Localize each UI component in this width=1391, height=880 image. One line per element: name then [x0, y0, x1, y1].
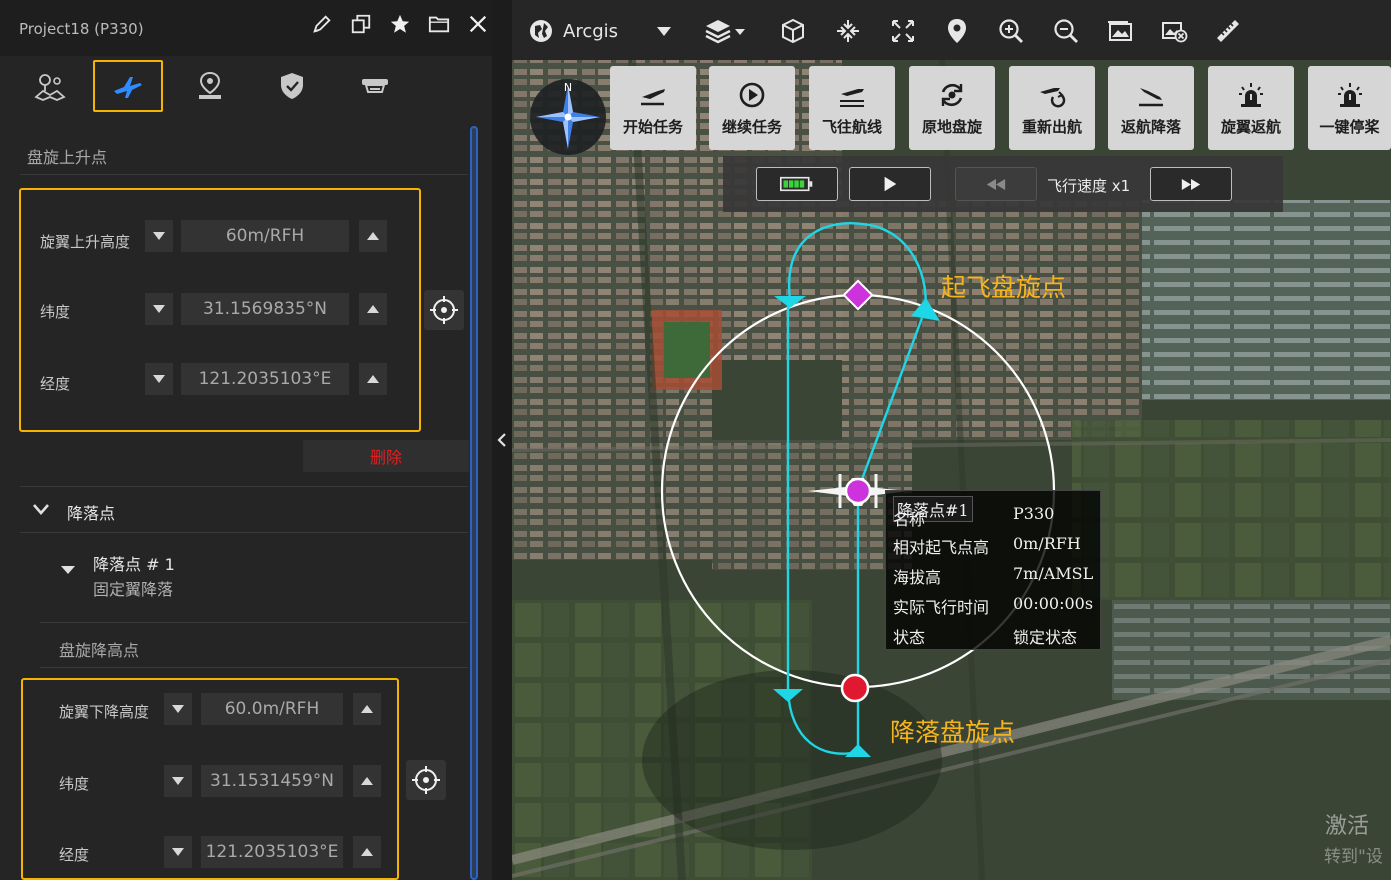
takeoff-latitude-label: 纬度: [40, 303, 71, 321]
crosshair-icon: [430, 296, 458, 324]
project-title: Project18 (P330): [19, 20, 144, 38]
info-value: 7m/AMSL: [1013, 564, 1094, 583]
activation-watermark-hint: 转到"设: [1324, 847, 1383, 867]
home-waypoint[interactable]: [844, 477, 872, 505]
route-arrow: [773, 689, 803, 702]
landing-pick-on-map-button[interactable]: [406, 760, 446, 800]
landing-item-subtitle: 固定翼降落: [93, 580, 174, 599]
waypoint-info-tooltip: 降落点#1 名称 P330 相对起飞点高 0m/RFH 海拔高 7m/AMSL …: [885, 490, 1101, 650]
takeoff-loiter-label: 起飞盘旋点: [941, 273, 1067, 302]
tab-safety[interactable]: [257, 60, 327, 112]
divider: [40, 622, 468, 623]
takeoff-pick-on-map-button[interactable]: [424, 290, 464, 330]
landing-loiter-waypoint[interactable]: [840, 673, 870, 703]
ascent-height-increment-button[interactable]: [359, 220, 387, 252]
landing-loiter-label: 降落盘旋点: [890, 718, 1016, 747]
shield-icon: [281, 73, 303, 99]
star-icon[interactable]: [386, 10, 414, 38]
landing-latitude-label: 纬度: [59, 775, 90, 793]
takeoff-section-title: 盘旋上升点: [27, 148, 108, 167]
chevron-left-icon: [497, 433, 506, 447]
takeoff-longitude-field[interactable]: 121.2035103°E: [181, 363, 349, 395]
takeoff-latitude-field[interactable]: 31.1569835°N: [181, 293, 349, 325]
tab-location[interactable]: [175, 60, 245, 112]
landing-longitude-field[interactable]: 121.2035103°E: [201, 836, 343, 868]
info-key: 名称: [893, 510, 926, 529]
ascent-height-decrement-button[interactable]: [145, 220, 173, 252]
ascent-height-field[interactable]: 60m/RFH: [181, 220, 349, 252]
delete-button[interactable]: 删除: [303, 440, 469, 472]
crosshair-icon: [412, 766, 440, 794]
landing-loiter-section-title: 盘旋降高点: [59, 641, 140, 660]
takeoff-longitude-label: 经度: [40, 375, 71, 393]
descent-height-decrement-button[interactable]: [164, 693, 192, 725]
info-key: 状态: [893, 628, 926, 647]
info-value: P330: [1013, 504, 1055, 523]
divider: [40, 667, 468, 668]
descent-height-increment-button[interactable]: [353, 693, 381, 725]
landing-item-title[interactable]: 降落点 # 1: [93, 551, 175, 575]
tab-flight[interactable]: [93, 60, 163, 112]
pencil-icon[interactable]: [308, 10, 336, 38]
tab-route-map[interactable]: [15, 60, 85, 112]
landing-latitude-increment-button[interactable]: [353, 765, 381, 797]
landing-latitude-decrement-button[interactable]: [164, 765, 192, 797]
landing-latitude-field[interactable]: 31.1531459°N: [201, 765, 343, 797]
takeoff-loiter-waypoint[interactable]: [842, 279, 874, 311]
landing-longitude-decrement-button[interactable]: [164, 836, 192, 868]
takeoff-ascent-height-label: 旋翼上升高度: [40, 233, 131, 251]
landing-descent-height-label: 旋翼下降高度: [59, 703, 150, 721]
panel-collapse-handle[interactable]: [492, 0, 512, 880]
duplicate-icon[interactable]: [347, 10, 375, 38]
takeoff-longitude-increment-button[interactable]: [359, 363, 387, 395]
app-root: Project18 (P330) 盘旋上升点 旋翼上升高度 60m/RFH 纬度…: [0, 0, 1391, 880]
takeoff-latitude-increment-button[interactable]: [359, 293, 387, 325]
activation-watermark: 激活: [1325, 814, 1370, 839]
info-value: 0m/RFH: [1013, 534, 1081, 553]
divider: [20, 174, 468, 175]
divider: [20, 486, 468, 487]
payload-icon: [362, 79, 388, 93]
tab-payload[interactable]: [340, 60, 410, 112]
chevron-down-icon[interactable]: [32, 502, 50, 516]
route-arrow: [911, 298, 940, 321]
map-pin-icon: [199, 71, 221, 99]
map-route-icon: [34, 74, 66, 101]
info-key: 实际飞行时间: [893, 598, 990, 617]
info-key: 相对起飞点高: [893, 538, 990, 557]
airplane-icon: [114, 77, 142, 98]
route-arrow: [774, 296, 806, 308]
takeoff-longitude-decrement-button[interactable]: [145, 363, 173, 395]
descent-height-field[interactable]: 60.0m/RFH: [201, 693, 343, 725]
landing-longitude-label: 经度: [59, 846, 90, 864]
landing-section-title[interactable]: 降落点: [67, 500, 115, 524]
info-key: 海拔高: [893, 568, 942, 587]
caret-down-icon[interactable]: [60, 565, 76, 575]
takeoff-latitude-decrement-button[interactable]: [145, 293, 173, 325]
panel-header: Project18 (P330): [0, 0, 492, 56]
divider: [20, 532, 468, 533]
info-value: 锁定状态: [1013, 628, 1078, 647]
info-value: 00:00:00s: [1013, 594, 1094, 613]
route-arrow: [845, 744, 871, 757]
panel-scroll-thumb[interactable]: [470, 126, 478, 880]
close-icon[interactable]: [464, 10, 492, 38]
map-view[interactable]: Arcgis 开始任务 继续任务 飞往航线 原地盘旋 重新出航 返航降落 旋翼返…: [512, 0, 1391, 880]
folder-icon[interactable]: [425, 10, 453, 38]
landing-longitude-increment-button[interactable]: [353, 836, 381, 868]
mission-panel: Project18 (P330) 盘旋上升点 旋翼上升高度 60m/RFH 纬度…: [0, 0, 492, 880]
